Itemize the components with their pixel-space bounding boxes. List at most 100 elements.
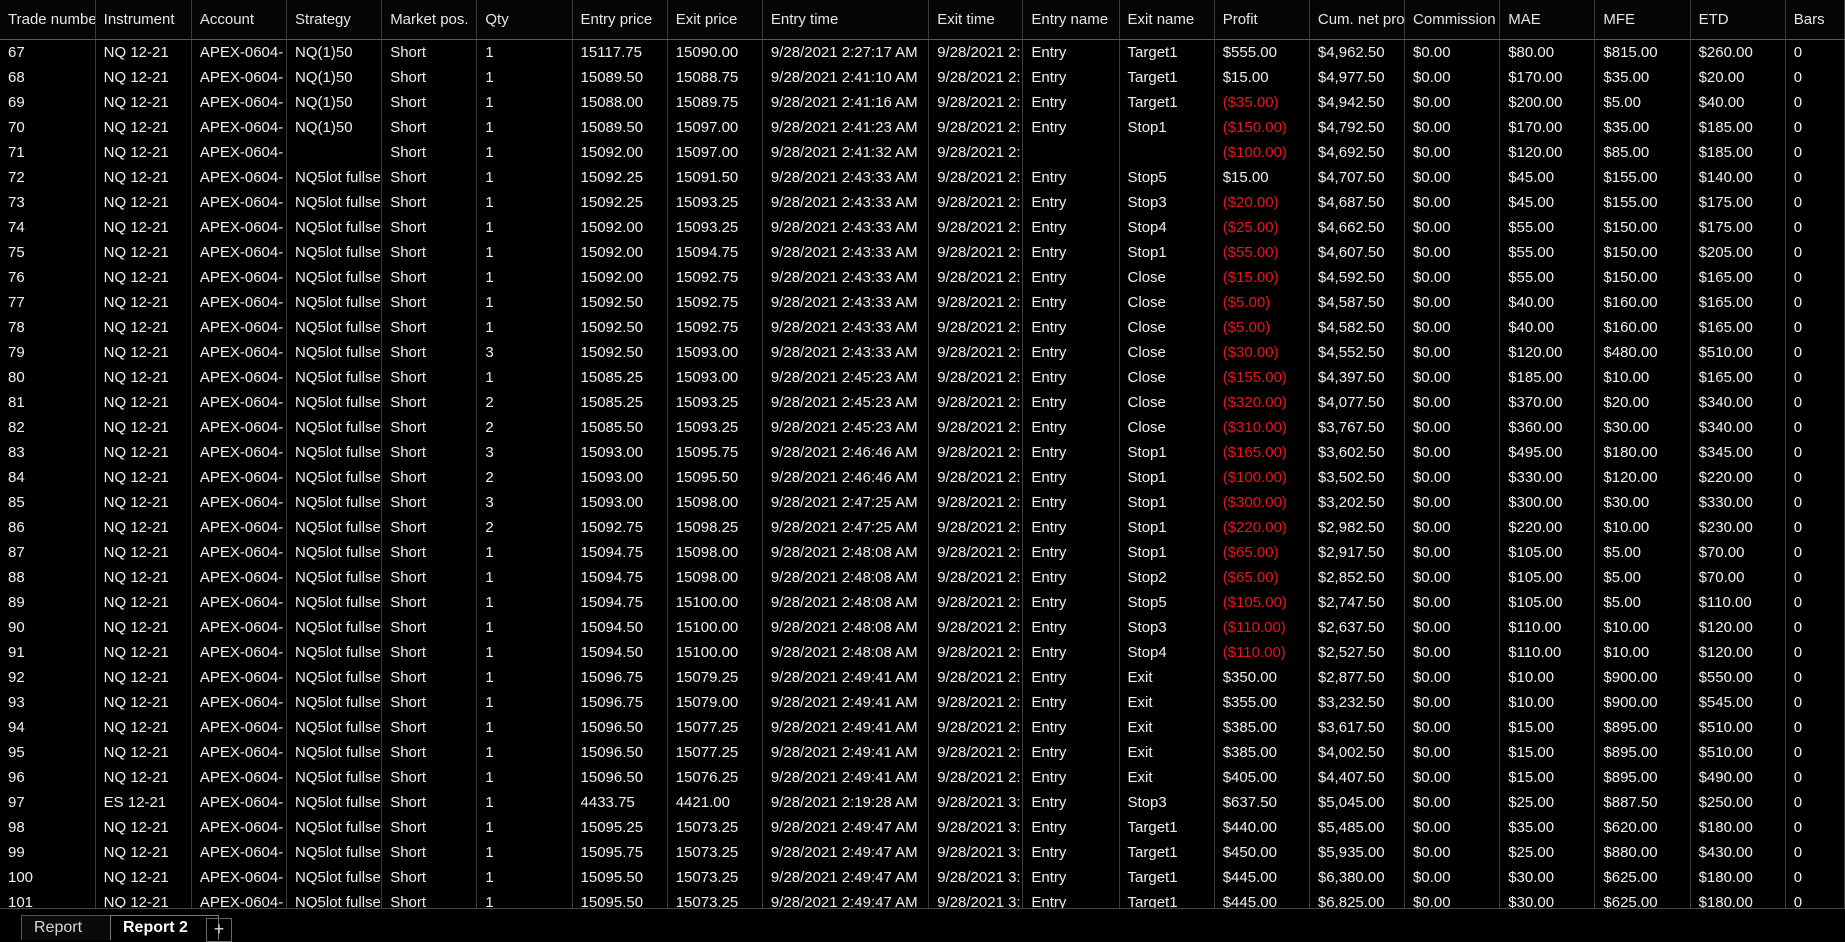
column-header[interactable]: MAE	[1499, 0, 1596, 40]
table-cell: Short	[381, 515, 478, 540]
column-header[interactable]: Commission	[1404, 0, 1501, 40]
table-row[interactable]: 95 NQ 12-21 APEX-0604- NQ5lot fullse Short 1 1…	[0, 740, 1845, 765]
table-cell: Exit	[1119, 690, 1215, 715]
table-row[interactable]: 82 NQ 12-21 APEX-0604- NQ5lot fullse Short 2 1…	[0, 415, 1845, 440]
table-row[interactable]: 93 NQ 12-21 APEX-0604- NQ5lot fullse Short 1 1…	[0, 690, 1845, 715]
table-row[interactable]: 75 NQ 12-21 APEX-0604- NQ5lot fullse Short 1 1…	[0, 240, 1845, 265]
table-row[interactable]: 92 NQ 12-21 APEX-0604- NQ5lot fullse Short 1 1…	[0, 665, 1845, 690]
column-header[interactable]: Strategy	[286, 0, 383, 40]
column-header[interactable]: Exit price	[667, 0, 763, 40]
tab-report-2[interactable]: Report 2	[110, 915, 219, 940]
column-header[interactable]: Trade numbe	[0, 0, 96, 40]
table-row[interactable]: 86 NQ 12-21 APEX-0604- NQ5lot fullse Short 2 1…	[0, 515, 1845, 540]
table-row[interactable]: 85 NQ 12-21 APEX-0604- NQ5lot fullse Short 3 1…	[0, 490, 1845, 515]
column-header[interactable]: Exit time	[928, 0, 1024, 40]
table-cell: 67	[0, 39, 96, 65]
table-row[interactable]: 100 NQ 12-21 APEX-0604- NQ5lot fullse Short 1…	[0, 865, 1845, 890]
table-cell: NQ 12-21	[95, 465, 192, 490]
table-cell: Entry	[1022, 540, 1120, 565]
table-cell: APEX-0604-	[191, 490, 288, 515]
table-cell: Stop3	[1119, 190, 1215, 215]
table-row[interactable]: 78 NQ 12-21 APEX-0604- NQ5lot fullse Short 1 1…	[0, 315, 1845, 340]
table-cell: 15097.00	[667, 140, 763, 165]
column-header[interactable]: Bars	[1785, 0, 1845, 40]
table-cell: $120.00	[1690, 615, 1786, 640]
table-cell: Exit	[1119, 715, 1215, 740]
table-row[interactable]: 67 NQ 12-21 APEX-0604- NQ(1)50 Short 1 15117.7…	[0, 39, 1845, 65]
column-header[interactable]: Qty	[476, 0, 573, 40]
table-row[interactable]: 68 NQ 12-21 APEX-0604- NQ(1)50 Short 1 15089.5…	[0, 65, 1845, 90]
table-row[interactable]: 70 NQ 12-21 APEX-0604- NQ(1)50 Short 1 15089.5…	[0, 115, 1845, 140]
table-row[interactable]: 88 NQ 12-21 APEX-0604- NQ5lot fullse Short 1 1…	[0, 565, 1845, 590]
table-row[interactable]: 69 NQ 12-21 APEX-0604- NQ(1)50 Short 1 15088.0…	[0, 90, 1845, 115]
table-row[interactable]: 77 NQ 12-21 APEX-0604- NQ5lot fullse Short 1 1…	[0, 290, 1845, 315]
column-header[interactable]: Entry price	[572, 0, 668, 40]
table-row[interactable]: 99 NQ 12-21 APEX-0604- NQ5lot fullse Short 1 1…	[0, 840, 1845, 865]
column-header[interactable]: Entry name	[1022, 0, 1120, 40]
table-cell: $70.00	[1690, 565, 1786, 590]
table-cell: $4,002.50	[1309, 740, 1406, 765]
table-cell: Entry	[1022, 590, 1120, 615]
table-cell: 1	[476, 840, 573, 865]
trade-report-grid[interactable]: Trade numbe Instrument Account Strategy Mark…	[0, 0, 1845, 908]
column-header[interactable]: Market pos.	[381, 0, 478, 40]
table-cell: 0	[1785, 715, 1845, 740]
table-cell: Entry	[1022, 840, 1120, 865]
column-header[interactable]: Cum. net pro	[1309, 0, 1406, 40]
add-tab-button[interactable]: +	[206, 918, 232, 942]
table-row[interactable]: 101 NQ 12-21 APEX-0604- NQ5lot fullse Short 1…	[0, 890, 1845, 908]
column-header[interactable]: Instrument	[95, 0, 192, 40]
table-row[interactable]: 83 NQ 12-21 APEX-0604- NQ5lot fullse Short 3 1…	[0, 440, 1845, 465]
table-row[interactable]: 74 NQ 12-21 APEX-0604- NQ5lot fullse Short 1 1…	[0, 215, 1845, 240]
column-header[interactable]: Exit name	[1119, 0, 1215, 40]
column-header[interactable]: ETD	[1690, 0, 1786, 40]
table-row[interactable]: 81 NQ 12-21 APEX-0604- NQ5lot fullse Short 2 1…	[0, 390, 1845, 415]
table-row[interactable]: 89 NQ 12-21 APEX-0604- NQ5lot fullse Short 1 1…	[0, 590, 1845, 615]
table-cell: APEX-0604-	[191, 690, 288, 715]
table-row[interactable]: 76 NQ 12-21 APEX-0604- NQ5lot fullse Short 1 1…	[0, 265, 1845, 290]
table-cell: Short	[381, 590, 478, 615]
table-cell: $445.00	[1214, 865, 1310, 890]
table-cell: 81	[0, 390, 96, 415]
table-row[interactable]: 71 NQ 12-21 APEX-0604- Short 1 15092.00 15097.…	[0, 140, 1845, 165]
table-cell: 1	[476, 640, 573, 665]
table-cell: 15093.25	[667, 415, 763, 440]
table-cell: 72	[0, 165, 96, 190]
table-row[interactable]: 79 NQ 12-21 APEX-0604- NQ5lot fullse Short 3 1…	[0, 340, 1845, 365]
table-cell: $0.00	[1404, 39, 1501, 65]
table-cell: 15096.50	[572, 765, 668, 790]
table-cell: 9/28/2021 2:41:32 AM	[762, 140, 930, 165]
table-row[interactable]: 87 NQ 12-21 APEX-0604- NQ5lot fullse Short 1 1…	[0, 540, 1845, 565]
table-cell: $895.00	[1594, 715, 1691, 740]
table-row[interactable]: 94 NQ 12-21 APEX-0604- NQ5lot fullse Short 1 1…	[0, 715, 1845, 740]
table-cell: 9/28/2021 2:43:33 AM	[762, 290, 930, 315]
table-cell: $105.00	[1499, 590, 1596, 615]
column-header[interactable]: Profit	[1214, 0, 1310, 40]
table-cell: 1	[476, 315, 573, 340]
table-cell: $370.00	[1499, 390, 1596, 415]
column-header[interactable]: Entry time	[762, 0, 930, 40]
table-cell: $4,582.50	[1309, 315, 1406, 340]
table-row[interactable]: 96 NQ 12-21 APEX-0604- NQ5lot fullse Short 1 1…	[0, 765, 1845, 790]
table-row[interactable]: 98 NQ 12-21 APEX-0604- NQ5lot fullse Short 1 1…	[0, 815, 1845, 840]
table-cell: 9/28/2021 2:47:25 AM	[762, 515, 930, 540]
table-row[interactable]: 73 NQ 12-21 APEX-0604- NQ5lot fullse Short 1 1…	[0, 190, 1845, 215]
table-cell: 1	[476, 165, 573, 190]
table-cell: $340.00	[1690, 415, 1786, 440]
table-cell: $2,982.50	[1309, 515, 1406, 540]
column-header[interactable]: Account	[191, 0, 288, 40]
table-row[interactable]: 91 NQ 12-21 APEX-0604- NQ5lot fullse Short 1 1…	[0, 640, 1845, 665]
table-row[interactable]: 84 NQ 12-21 APEX-0604- NQ5lot fullse Short 2 1…	[0, 465, 1845, 490]
table-cell: $3,232.50	[1309, 690, 1406, 715]
table-row[interactable]: 97 ES 12-21 APEX-0604- NQ5lot fullse Short 1 4…	[0, 790, 1845, 815]
tab-report[interactable]: Report	[21, 915, 115, 940]
table-cell	[1119, 140, 1215, 165]
table-row[interactable]: 72 NQ 12-21 APEX-0604- NQ5lot fullse Short 1 1…	[0, 165, 1845, 190]
column-header[interactable]: MFE	[1594, 0, 1691, 40]
table-cell: $4,942.50	[1309, 90, 1406, 115]
table-cell: NQ 12-21	[95, 190, 192, 215]
table-row[interactable]: 80 NQ 12-21 APEX-0604- NQ5lot fullse Short 1 1…	[0, 365, 1845, 390]
table-cell: 0	[1785, 640, 1845, 665]
table-row[interactable]: 90 NQ 12-21 APEX-0604- NQ5lot fullse Short 1 1…	[0, 615, 1845, 640]
table-cell: 15100.00	[667, 640, 763, 665]
